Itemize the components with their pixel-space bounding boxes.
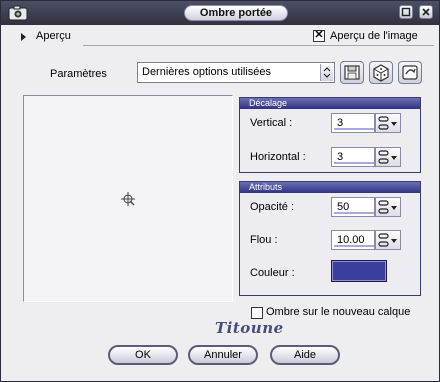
vertical-label: Vertical : — [250, 117, 293, 129]
presets-label: Paramètres — [50, 68, 107, 80]
opacity-slider[interactable] — [334, 212, 374, 214]
preview-header: Aperçu ✕ Aperçu de l'image — [9, 27, 434, 47]
spinner-icon[interactable] — [375, 230, 401, 250]
shadow-color-swatch[interactable] — [331, 260, 387, 282]
save-floppy-icon — [344, 65, 360, 80]
image-preview-label: Aperçu de l'image — [330, 30, 418, 42]
dice-random-icon — [373, 64, 389, 82]
offset-header: Décalage — [240, 98, 420, 109]
save-preset-button[interactable] — [340, 61, 364, 84]
expand-triangle-icon[interactable] — [21, 33, 26, 41]
window-title: Ombre portée — [184, 5, 288, 21]
attributes-group: Attributs Opacité : 50 Flou : 10.00 Coul… — [239, 181, 421, 296]
opacity-label: Opacité : — [250, 201, 295, 213]
spinner-icon[interactable] — [375, 147, 401, 167]
blur-label: Flou : — [250, 234, 278, 246]
presets-select[interactable]: Dernières options utilisées — [137, 62, 335, 83]
divider — [83, 45, 434, 46]
offset-group: Décalage Vertical : 3 Horizontal : 3 — [239, 97, 421, 173]
horizontal-slider[interactable] — [334, 162, 374, 164]
new-layer-label: Ombre sur le nouveau calque — [266, 306, 411, 318]
color-label: Couleur : — [250, 267, 295, 279]
horizontal-label: Horizontal : — [250, 151, 306, 163]
author-signature: Titoune — [215, 319, 284, 337]
spinner-icon[interactable] — [375, 113, 401, 133]
camera-icon[interactable] — [8, 5, 28, 21]
shadow-dialog: Ombre portée Aperçu ✕ Aperçu de l'image … — [0, 0, 440, 382]
crosshair-icon[interactable] — [119, 190, 137, 208]
reset-button[interactable] — [398, 61, 422, 84]
opacity-input[interactable]: 50 — [331, 197, 375, 217]
image-preview-checkbox[interactable]: ✕ — [313, 29, 325, 42]
close-icon[interactable] — [419, 5, 433, 19]
chevron-updown-icon[interactable] — [320, 64, 333, 81]
horizontal-stepper[interactable]: 3 — [331, 147, 401, 167]
vertical-slider[interactable] — [334, 128, 374, 130]
help-button[interactable]: Aide — [270, 345, 340, 365]
preview-label[interactable]: Aperçu — [36, 30, 71, 42]
cancel-button[interactable]: Annuler — [188, 345, 258, 365]
blur-slider[interactable] — [334, 245, 374, 247]
blur-stepper[interactable]: 10.00 — [331, 230, 401, 250]
title-bar[interactable]: Ombre portée — [1, 1, 439, 25]
vertical-input[interactable]: 3 — [331, 113, 375, 133]
reset-preset-icon — [402, 65, 418, 80]
horizontal-input[interactable]: 3 — [331, 147, 375, 167]
presets-value: Dernières options utilisées — [142, 66, 272, 78]
opacity-stepper[interactable]: 50 — [331, 197, 401, 217]
blur-input[interactable]: 10.00 — [331, 230, 375, 250]
maximize-icon[interactable] — [399, 5, 413, 19]
ok-button[interactable]: OK — [108, 345, 178, 365]
attributes-header: Attributs — [240, 182, 420, 193]
spinner-icon[interactable] — [375, 197, 401, 217]
preview-area[interactable] — [23, 95, 233, 302]
check-mark-icon: ✕ — [314, 29, 324, 41]
vertical-stepper[interactable]: 3 — [331, 113, 401, 133]
random-button[interactable] — [369, 61, 393, 84]
new-layer-checkbox[interactable] — [251, 307, 263, 319]
